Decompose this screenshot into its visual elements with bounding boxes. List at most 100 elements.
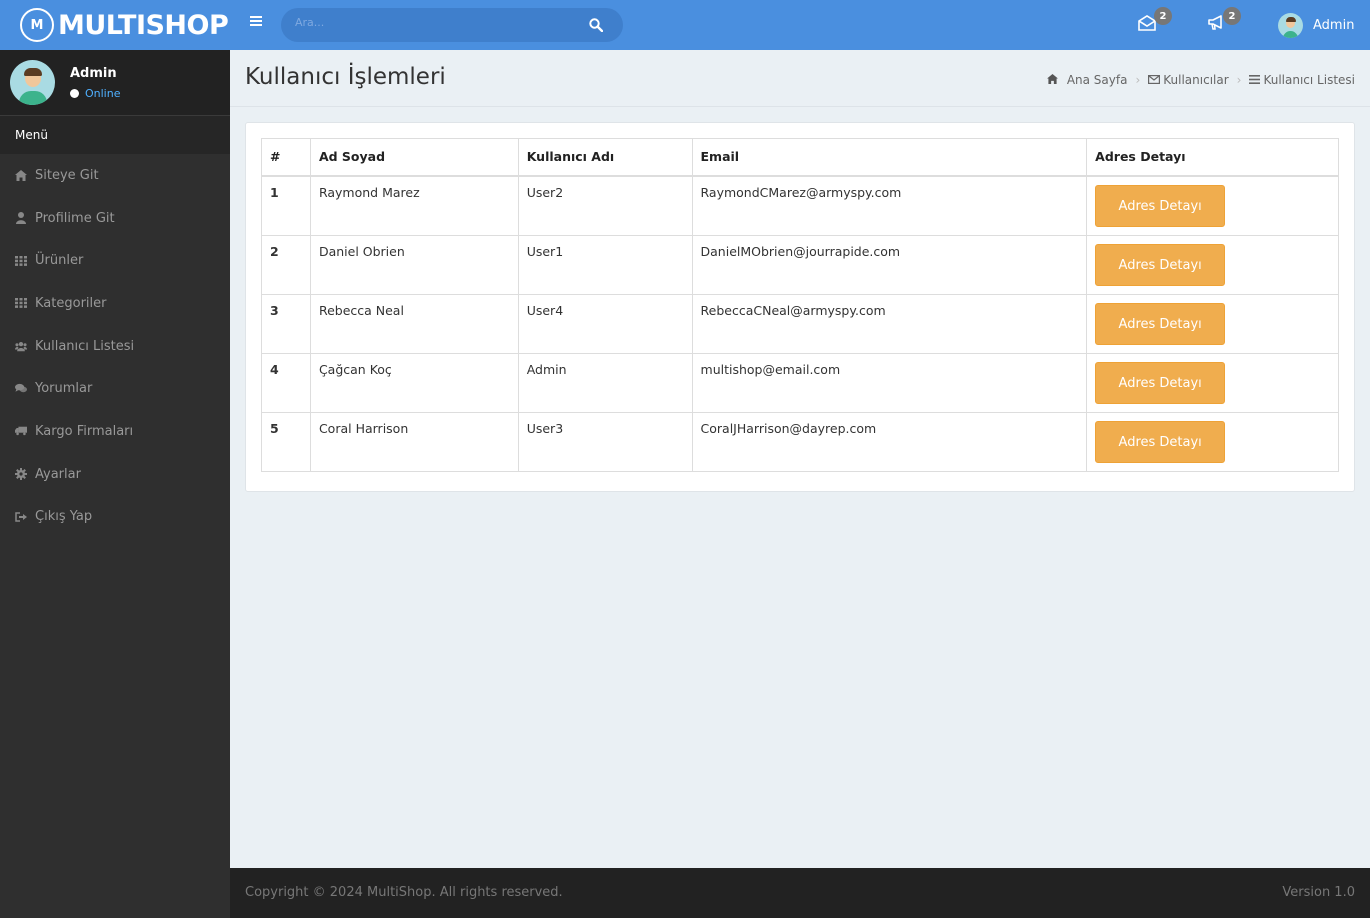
row-full-name: Rebecca Neal — [309, 293, 519, 354]
user-panel: Admin Online — [0, 50, 230, 116]
row-full-name: Daniel Obrien — [309, 234, 519, 295]
messages-button[interactable]: 2 — [1138, 7, 1172, 33]
brand-name: MULTISHOP — [58, 9, 229, 41]
breadcrumb-current: Kullanıcı Listesi — [1263, 73, 1355, 87]
sidebar-item-label: Kargo Firmaları — [35, 423, 134, 439]
column-header-address-detail: Adres Detayı — [1086, 138, 1339, 177]
breadcrumb-users-link[interactable]: Kullanıcılar — [1163, 73, 1228, 87]
address-detail-button[interactable]: Adres Detayı — [1095, 361, 1226, 404]
column-header-username: Kullanıcı Adı — [517, 138, 693, 177]
table-row: 2 Daniel Obrien User1 DanielMObrien@jour… — [261, 234, 1339, 295]
column-header-full-name: Ad Soyad — [309, 138, 519, 177]
address-detail-button[interactable]: Adres Detayı — [1095, 243, 1226, 286]
table-row: 4 Çağcan Koç Admin multishop@email.com A… — [261, 352, 1339, 413]
column-header-number: # — [261, 138, 311, 177]
user-table: # Ad Soyad Kullanıcı Adı Email Adres Det… — [261, 138, 1339, 472]
address-detail-button[interactable]: Adres Detayı — [1095, 420, 1226, 463]
sidebar-item-ayarlar[interactable]: Ayarlar — [0, 453, 230, 496]
row-email: RebeccaCNeal@armyspy.com — [691, 293, 1088, 354]
users-icon — [15, 340, 27, 352]
footer: Copyright © 2024 MultiShop. All rights r… — [230, 868, 1370, 918]
row-username: Admin — [517, 352, 693, 413]
top-user-name: Admin — [1313, 18, 1355, 33]
sidebar-item-label: Ayarlar — [35, 466, 81, 482]
sidebar-item-siteye-git[interactable]: Siteye Git — [0, 154, 230, 197]
row-number: 2 — [261, 234, 311, 295]
home-icon — [15, 169, 27, 181]
sidebar-item-urunler[interactable]: Ürünler — [0, 239, 230, 282]
version-text: Version 1.0 — [1282, 885, 1355, 900]
user-icon — [15, 212, 27, 225]
row-username: User1 — [517, 234, 693, 295]
row-full-name: Coral Harrison — [309, 411, 519, 472]
grid-icon — [15, 255, 27, 267]
row-username: User2 — [517, 175, 693, 236]
shopping-cart-logo-icon: M — [20, 8, 54, 42]
sidebar-item-label: Kategoriler — [35, 295, 107, 311]
row-full-name: Çağcan Koç — [309, 352, 519, 413]
menu-header: Menü — [0, 116, 230, 154]
search-icon[interactable] — [589, 18, 603, 32]
table-row: 1 Raymond Marez User2 RaymondCMarez@army… — [261, 175, 1339, 236]
sidebar-item-kategoriler[interactable]: Kategoriler — [0, 282, 230, 325]
sidebar-item-label: Siteye Git — [35, 167, 99, 183]
avatar — [1278, 13, 1303, 38]
sidebar-item-label: Profilime Git — [35, 210, 115, 226]
breadcrumb-separator: › — [1135, 73, 1141, 87]
row-email: DanielMObrien@jourrapide.com — [691, 234, 1088, 295]
user-status: Online — [70, 87, 120, 100]
sign-out-icon — [15, 511, 27, 523]
row-username: User3 — [517, 411, 693, 472]
messages-count-badge: 2 — [1154, 7, 1172, 25]
row-number: 5 — [261, 411, 311, 472]
row-email: CoralJHarrison@dayrep.com — [691, 411, 1088, 472]
table-row: 3 Rebecca Neal User4 RebeccaCNeal@armysp… — [261, 293, 1339, 354]
sidebar-item-profilime-git[interactable]: Profilime Git — [0, 197, 230, 240]
list-icon — [1249, 74, 1261, 87]
brand-logo-link[interactable]: M MULTISHOP — [0, 0, 230, 50]
sidebar-item-yorumlar[interactable]: Yorumlar — [0, 367, 230, 410]
user-menu[interactable]: Admin — [1278, 13, 1354, 38]
sidebar-item-label: Kullanıcı Listesi — [35, 338, 135, 354]
content-header: Kullanıcı İşlemleri Ana Sayfa › Kullanıc… — [230, 50, 1370, 107]
menu-toggle-icon[interactable] — [250, 16, 262, 28]
row-email: RaymondCMarez@armyspy.com — [691, 175, 1088, 236]
user-name: Admin — [70, 65, 117, 81]
address-detail-button[interactable]: Adres Detayı — [1095, 302, 1226, 345]
breadcrumb-home-link[interactable]: Ana Sayfa — [1067, 73, 1128, 87]
table-header-row: # Ad Soyad Kullanıcı Adı Email Adres Det… — [261, 138, 1339, 177]
sidebar-item-label: Çıkış Yap — [35, 509, 93, 525]
row-username: User4 — [517, 293, 693, 354]
search-input[interactable] — [295, 16, 575, 29]
breadcrumb-separator: › — [1236, 73, 1242, 87]
avatar — [10, 60, 55, 105]
user-list-box: # Ad Soyad Kullanıcı Adı Email Adres Det… — [245, 122, 1355, 492]
sidebar-item-cikis-yap[interactable]: Çıkış Yap — [0, 496, 230, 539]
page-title: Kullanıcı İşlemleri — [245, 64, 446, 90]
address-detail-button[interactable]: Adres Detayı — [1095, 184, 1226, 227]
comments-icon — [15, 383, 27, 395]
grid-icon — [15, 297, 27, 309]
row-number: 3 — [261, 293, 311, 354]
sidebar-item-label: Ürünler — [35, 253, 84, 269]
search-bar — [281, 8, 623, 42]
notifications-count-badge: 2 — [1223, 7, 1241, 25]
table-row: 5 Coral Harrison User3 CoralJHarrison@da… — [261, 411, 1339, 472]
breadcrumb: Ana Sayfa › Kullanıcılar › Kullanıcı Lis… — [1046, 73, 1355, 87]
row-email: multishop@email.com — [691, 352, 1088, 413]
online-dot-icon — [70, 88, 79, 98]
sidebar-item-kargo-firmalari[interactable]: Kargo Firmaları — [0, 410, 230, 453]
row-number: 1 — [261, 175, 311, 236]
sidebar-item-kullanici-listesi[interactable]: Kullanıcı Listesi — [0, 325, 230, 368]
top-navbar: 2 2 Admin — [230, 0, 1370, 50]
truck-icon — [15, 425, 27, 437]
sidebar-item-label: Yorumlar — [35, 381, 93, 397]
home-icon — [1046, 73, 1058, 87]
row-full-name: Raymond Marez — [309, 175, 519, 236]
notifications-button[interactable]: 2 — [1207, 7, 1241, 33]
sidebar: M MULTISHOP Admin Online Menü Siteye Git… — [0, 0, 230, 918]
row-number: 4 — [261, 352, 311, 413]
gear-icon — [15, 468, 27, 481]
copyright-text: Copyright © 2024 MultiShop. All rights r… — [245, 885, 563, 900]
column-header-email: Email — [691, 138, 1088, 177]
